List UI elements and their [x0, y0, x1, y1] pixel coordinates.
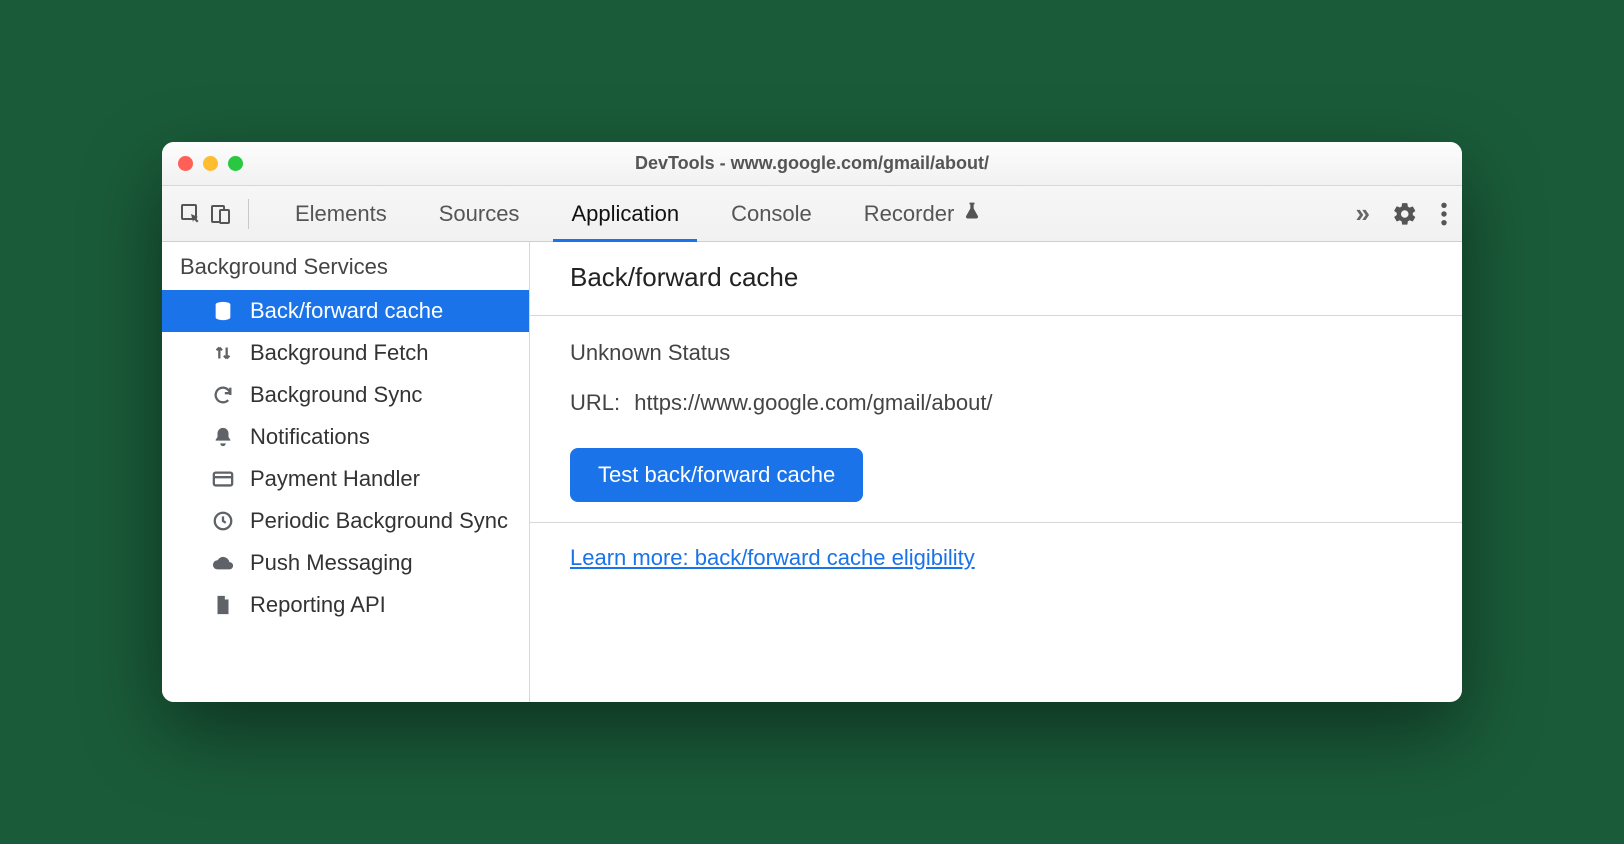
sidebar-item-label: Background Fetch: [250, 340, 429, 366]
sidebar-item-label: Back/forward cache: [250, 298, 443, 324]
main-panel: Back/forward cache Unknown Status URL: h…: [530, 242, 1462, 702]
panel-heading: Back/forward cache: [530, 242, 1462, 316]
toolbar-divider: [248, 199, 249, 229]
devtools-window: DevTools - www.google.com/gmail/about/ E…: [162, 142, 1462, 702]
maximize-window-button[interactable]: [228, 156, 243, 171]
sidebar-item-label: Reporting API: [250, 592, 386, 618]
panel-tabs: Elements Sources Application Console Rec…: [269, 186, 1356, 241]
inspect-icon[interactable]: [176, 199, 206, 229]
sidebar-item-periodic-sync[interactable]: Periodic Background Sync: [162, 500, 529, 542]
sidebar-item-label: Background Sync: [250, 382, 422, 408]
sidebar-item-push-messaging[interactable]: Push Messaging: [162, 542, 529, 584]
cloud-icon: [210, 550, 236, 576]
content: Background Services Back/forward cache B…: [162, 242, 1462, 702]
sidebar-item-label: Payment Handler: [250, 466, 420, 492]
sync-icon: [210, 382, 236, 408]
tab-recorder[interactable]: Recorder: [838, 186, 1008, 241]
window-controls: [178, 156, 243, 171]
panel-body: Unknown Status URL: https://www.google.c…: [530, 316, 1462, 523]
clock-icon: [210, 508, 236, 534]
sidebar-item-background-fetch[interactable]: Background Fetch: [162, 332, 529, 374]
fetch-arrows-icon: [210, 340, 236, 366]
credit-card-icon: [210, 466, 236, 492]
toolbar-right: »: [1356, 198, 1448, 229]
panel-footer: Learn more: back/forward cache eligibili…: [530, 523, 1462, 593]
sidebar: Background Services Back/forward cache B…: [162, 242, 530, 702]
bell-icon: [210, 424, 236, 450]
toolbar: Elements Sources Application Console Rec…: [162, 186, 1462, 242]
sidebar-item-reporting-api[interactable]: Reporting API: [162, 584, 529, 626]
tab-sources[interactable]: Sources: [413, 186, 546, 241]
flask-icon: [962, 201, 982, 227]
sidebar-item-label: Push Messaging: [250, 550, 413, 576]
url-line: URL: https://www.google.com/gmail/about/: [570, 390, 1422, 416]
document-icon: [210, 592, 236, 618]
tab-elements[interactable]: Elements: [269, 186, 413, 241]
settings-icon[interactable]: [1392, 201, 1418, 227]
test-bfcache-button[interactable]: Test back/forward cache: [570, 448, 863, 502]
sidebar-item-background-sync[interactable]: Background Sync: [162, 374, 529, 416]
close-window-button[interactable]: [178, 156, 193, 171]
more-tabs-icon[interactable]: »: [1356, 198, 1370, 229]
tab-console[interactable]: Console: [705, 186, 838, 241]
sidebar-section-header: Background Services: [162, 242, 529, 290]
kebab-menu-icon[interactable]: [1440, 201, 1448, 227]
tab-application[interactable]: Application: [545, 186, 705, 241]
learn-more-link[interactable]: Learn more: back/forward cache eligibili…: [570, 545, 975, 570]
sidebar-item-label: Notifications: [250, 424, 370, 450]
url-value: https://www.google.com/gmail/about/: [634, 390, 992, 415]
url-label: URL:: [570, 390, 620, 415]
device-toggle-icon[interactable]: [206, 199, 236, 229]
sidebar-item-label: Periodic Background Sync: [250, 508, 508, 534]
sidebar-item-notifications[interactable]: Notifications: [162, 416, 529, 458]
window-title: DevTools - www.google.com/gmail/about/: [162, 153, 1462, 174]
database-icon: [210, 298, 236, 324]
sidebar-item-payment-handler[interactable]: Payment Handler: [162, 458, 529, 500]
titlebar: DevTools - www.google.com/gmail/about/: [162, 142, 1462, 186]
minimize-window-button[interactable]: [203, 156, 218, 171]
sidebar-item-bfcache[interactable]: Back/forward cache: [162, 290, 529, 332]
status-text: Unknown Status: [570, 340, 1422, 366]
tab-recorder-label: Recorder: [864, 201, 954, 227]
